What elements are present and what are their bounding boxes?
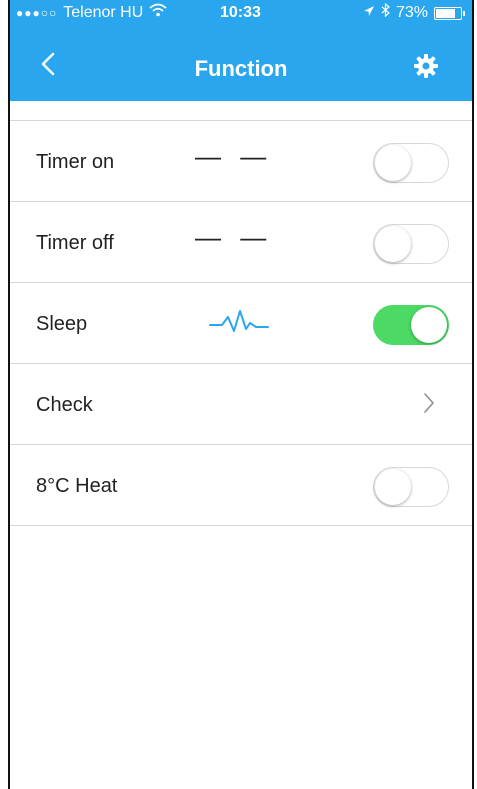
bluetooth-icon (381, 0, 390, 26)
battery-percent: 73% (395, 4, 428, 21)
battery-icon (434, 6, 465, 20)
timer-off-value: — — (195, 222, 273, 252)
signal-strength-icon: ●●●○○ (16, 6, 58, 20)
sleep-toggle[interactable] (373, 305, 449, 345)
row-label: 8°C Heat (36, 475, 118, 497)
timer-on-row: Timer on — — (10, 120, 472, 201)
battery-level (436, 8, 455, 18)
chevron-right-icon[interactable] (423, 392, 435, 419)
gear-icon (413, 53, 439, 84)
wifi-icon (149, 0, 167, 26)
app-frame: ●●●○○ Telenor HU 10:33 73% Function Time… (8, 0, 474, 789)
toggle-knob (375, 469, 411, 505)
status-bar: ●●●○○ Telenor HU 10:33 73% (10, 0, 472, 26)
row-label: Timer off (36, 232, 114, 254)
carrier-name: Telenor HU (63, 4, 144, 21)
page-title: Function (194, 56, 288, 81)
sleep-row: Sleep (10, 282, 472, 363)
sleep-wave-icon (208, 307, 270, 342)
row-label: Timer on (36, 151, 115, 173)
location-arrow-icon (363, 0, 375, 26)
heat-8c-toggle[interactable] (373, 467, 449, 507)
timer-on-toggle[interactable] (373, 143, 449, 183)
row-label: Check (36, 394, 93, 416)
timer-on-value: — — (195, 141, 273, 171)
toggle-knob (375, 145, 411, 181)
nav-bar: Function (10, 38, 472, 98)
toggle-knob (411, 307, 447, 343)
timer-off-row: Timer off — — (10, 201, 472, 282)
timer-off-toggle[interactable] (373, 224, 449, 264)
heat-8c-row: 8°C Heat (10, 444, 472, 526)
toggle-knob (375, 226, 411, 262)
function-list: Timer on — — Timer off — — Sleep Check 8… (10, 120, 472, 526)
row-label: Sleep (36, 313, 88, 335)
status-time: 10:33 (220, 4, 261, 21)
header: ●●●○○ Telenor HU 10:33 73% Function (10, 0, 472, 101)
check-row[interactable]: Check (10, 363, 472, 444)
settings-button[interactable] (408, 50, 444, 86)
